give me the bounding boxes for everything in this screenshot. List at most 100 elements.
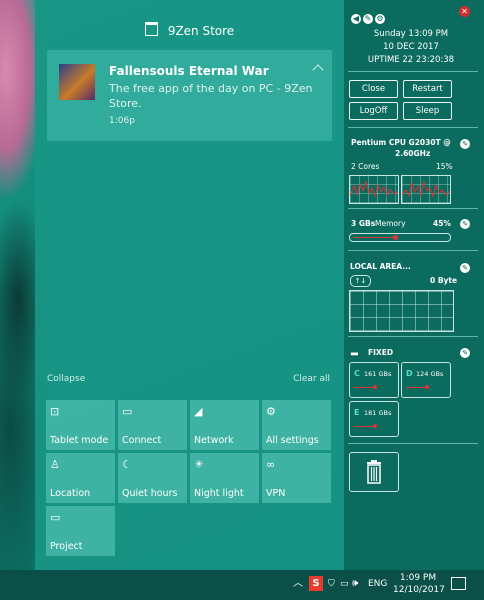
vpn-icon: ∞: [266, 458, 276, 471]
security-icon[interactable]: ⛉: [328, 570, 335, 600]
memory-label: Memory: [375, 219, 406, 228]
drive-e[interactable]: E 181 GBs: [349, 401, 399, 437]
network-settings-icon[interactable]: ✎: [460, 263, 470, 273]
recycle-bin[interactable]: [349, 452, 399, 492]
memory-bar-marker: [393, 235, 398, 240]
drive-bar: [354, 387, 374, 388]
tile-network[interactable]: ◢ Network: [190, 400, 259, 450]
project-icon: ▭: [50, 511, 61, 524]
divider: [348, 336, 478, 337]
monitor-icon[interactable]: ▭: [340, 570, 349, 600]
uptime: UPTIME 22 23:20:38: [367, 55, 455, 65]
app-thumbnail: [59, 64, 95, 100]
drive-size: 181 GBs: [364, 409, 392, 417]
notification-group-title: 9Zen Store: [167, 24, 235, 38]
divider: [348, 71, 478, 72]
network-icon: ◢: [194, 405, 203, 418]
close-button[interactable]: Close: [349, 80, 398, 98]
memory-bar: [349, 233, 451, 242]
clock-time: 1:09 PM: [399, 573, 437, 583]
logoff-button[interactable]: LogOff: [349, 102, 398, 120]
notification-card[interactable]: Fallensouls Eternal War The free app of …: [47, 50, 332, 141]
cpu-speed: 2.60GHz: [395, 149, 431, 158]
divider: [348, 250, 478, 251]
settings-icon: ⚙: [266, 405, 276, 418]
cpu-core-1-line: [349, 180, 399, 198]
tile-label: Connect: [122, 435, 162, 446]
cpu-core-2-graph: [401, 175, 451, 204]
drive-marker: [373, 424, 377, 428]
clock-date: 12/10/2017: [393, 585, 445, 595]
tile-project[interactable]: ▭ Project: [46, 506, 115, 556]
date: 10 DEC 2017: [383, 42, 439, 52]
show-hidden-icons[interactable]: ︿: [293, 570, 303, 600]
cpu-settings-icon[interactable]: ✎: [460, 139, 470, 149]
language-indicator[interactable]: ENG: [368, 570, 387, 600]
cpu-core-2-line: [401, 180, 451, 198]
drive-bar: [406, 387, 426, 388]
drive-bar: [354, 426, 374, 427]
memory-size: 3 GBs: [351, 219, 376, 228]
drive-size: 161 GBs: [364, 370, 392, 378]
quiet-hours-icon: ☾: [122, 458, 132, 471]
sleep-button[interactable]: Sleep: [403, 102, 452, 120]
gear-icon[interactable]: ⚙: [375, 14, 385, 24]
tile-label: Quiet hours: [122, 488, 178, 499]
tile-vpn[interactable]: ∞ VPN: [262, 453, 331, 503]
tile-quiet-hours[interactable]: ☾ Quiet hours: [118, 453, 187, 503]
volume-icon[interactable]: 🕪: [352, 570, 358, 600]
divider: [348, 127, 478, 128]
restart-button[interactable]: Restart: [403, 80, 452, 98]
notification-title: Fallensouls Eternal War: [109, 64, 269, 78]
tile-label: Night light: [194, 488, 244, 499]
trash-icon: [367, 460, 381, 484]
cpu-name: Pentium CPU G2030T @: [351, 138, 451, 147]
tablet-mode-icon: ⊡: [50, 405, 60, 418]
tile-tablet-mode[interactable]: ⊡ Tablet mode: [46, 400, 115, 450]
tile-label: Tablet mode: [50, 435, 109, 446]
connect-icon: ▭: [122, 405, 133, 418]
network-rate: 0 Byte: [430, 276, 458, 285]
up-down-icon: ↑↓: [350, 275, 371, 287]
divider: [348, 208, 478, 209]
app-tray-icon[interactable]: S: [309, 576, 323, 591]
tile-location[interactable]: ♙ Location: [46, 453, 115, 503]
notification-time: 1:06p: [109, 116, 135, 126]
notification-group-header: 9Zen Store: [35, 22, 344, 38]
memory-settings-icon[interactable]: ✎: [460, 219, 470, 229]
network-name: LOCAL AREA...: [350, 262, 411, 271]
tile-label: All settings: [266, 435, 319, 446]
memory-usage: 45%: [433, 219, 451, 228]
memory-bar-fill: [354, 237, 395, 238]
wrench-icon[interactable]: ✎: [363, 14, 373, 24]
notification-icon[interactable]: [451, 577, 466, 590]
taskbar: ︿ S ⛉ ▭ 🕪 ENG 1:09 PM 12/10/2017: [0, 570, 484, 600]
drives-settings-icon[interactable]: ✎: [460, 348, 470, 358]
cpu-core-1-graph: [349, 175, 399, 204]
drive-size: 124 GBs: [416, 370, 444, 378]
tile-night-light[interactable]: ☀ Night light: [190, 453, 259, 503]
back-icon[interactable]: ◀: [351, 14, 361, 24]
action-center: 9Zen Store Fallensouls Eternal War The f…: [35, 0, 344, 570]
gadget-toolbar: ◀ ✎ ⚙: [351, 6, 387, 25]
drive-d[interactable]: D 124 GBs: [401, 362, 451, 398]
tile-label: Project: [50, 541, 83, 552]
drive-marker: [373, 385, 377, 389]
chevron-up-icon[interactable]: [312, 64, 324, 76]
drives-title: FIXED: [368, 348, 394, 357]
drive-letter: E: [354, 408, 360, 417]
collapse-link[interactable]: Collapse: [47, 374, 85, 384]
tile-label: Location: [50, 488, 91, 499]
day-time: Sunday 13:09 PM: [373, 29, 449, 39]
drive-c[interactable]: C 161 GBs: [349, 362, 399, 398]
drive-letter: D: [406, 369, 413, 378]
tile-connect[interactable]: ▭ Connect: [118, 400, 187, 450]
location-icon: ♙: [50, 458, 60, 471]
close-icon[interactable]: ✕: [459, 6, 470, 17]
cpu-cores: 2 Cores: [351, 162, 380, 171]
divider: [348, 443, 478, 444]
tile-all-settings[interactable]: ⚙ All settings: [262, 400, 331, 450]
clear-all-link[interactable]: Clear all: [293, 374, 330, 384]
taskbar-clock[interactable]: 1:09 PM 12/10/2017: [393, 572, 445, 596]
network-graph: [349, 290, 454, 332]
